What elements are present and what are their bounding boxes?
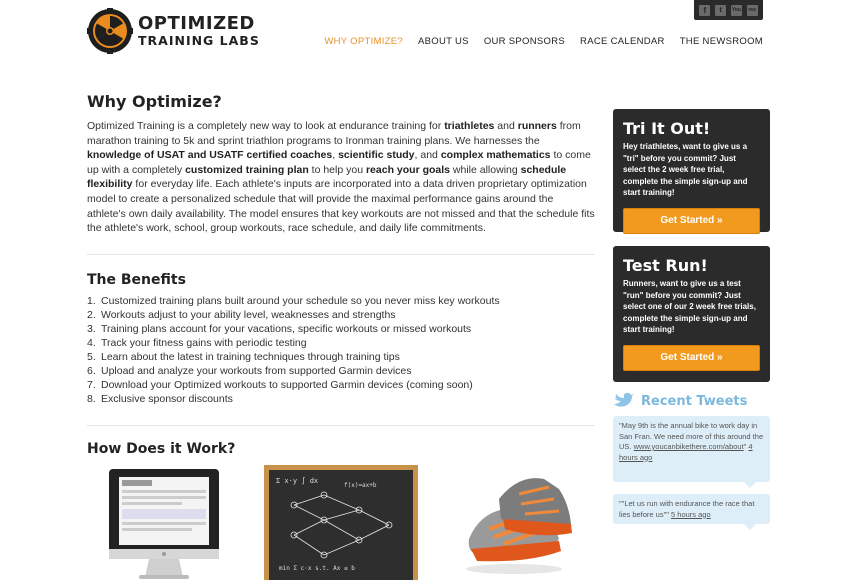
benefit-text: Customized training plans built around y… [101,294,500,307]
benefit-item: 7. Download your Optimized workouts to su… [87,378,595,392]
main-content: Why Optimize? Optimized Training is a co… [87,92,595,580]
tweet-tail [744,482,756,488]
benefit-number: 2. [87,308,96,321]
benefit-text: Learn about the latest in training techn… [101,350,400,363]
chalkboard-image: Σ x·y ∫ dx f(x)=ax+b min Σ c·x s.t. Ax ≤… [264,464,418,580]
test-run-panel: Test Run! Runners, want to give us a tes… [613,246,770,382]
tri-it-out-panel: Tri It Out! Hey triathletes, want to giv… [613,109,770,234]
svg-text:min Σ c·x s.t. Ax ≤ b: min Σ c·x s.t. Ax ≤ b [279,565,355,572]
site-logo[interactable]: OPTIMIZED TRAINING LABS [87,8,260,54]
benefit-number: 3. [87,322,96,335]
nav-about-us[interactable]: ABOUT US [418,36,469,47]
recent-tweets-title: Recent Tweets [641,393,748,409]
nav-why-optimize[interactable]: WHY OPTIMIZE? [324,36,403,47]
tri-it-out-text: Hey triathletes, want to give us a "tri"… [623,142,748,197]
benefit-text: Training plans account for your vacation… [101,322,472,335]
how-it-works-heading: How Does it Work? [87,440,236,457]
benefit-number: 5. [87,350,96,363]
get-started-button[interactable]: Get Started » [623,344,760,371]
tweet-item: ""Let us run with endurance the race tha… [613,494,770,530]
tweet-link[interactable]: www.youcanbikethere.com/about [634,442,744,451]
test-run-text: Runners, want to give us a test "run" be… [623,279,756,334]
tri-it-out-title: Tri It Out! [623,119,711,138]
logo-subtitle: TRAINING LABS [138,32,260,48]
benefit-item: 6. Upload and analyze your workouts from … [87,364,595,378]
facebook-icon[interactable]: f [699,4,711,16]
benefit-text: Download your Optimized workouts to supp… [101,378,473,391]
nav-the-newsroom[interactable]: THE NEWSROOM [680,36,763,47]
tweet-tail [744,524,756,530]
benefits-heading: The Benefits [87,271,186,288]
twitter-bird-icon [614,392,634,407]
svg-text:Σ x·y ∫ dx: Σ x·y ∫ dx [276,476,318,485]
benefit-number: 7. [87,378,96,391]
benefit-text: Exclusive sponsor discounts [101,392,233,405]
benefits-list: 1. Customized training plans built around… [87,294,595,406]
benefit-number: 1. [87,294,96,307]
rss-icon[interactable]: rss [746,4,758,16]
benefit-item: 5. Learn about the latest in training tec… [87,350,595,364]
benefit-item: 8. Exclusive sponsor discounts [87,392,595,406]
benefit-number: 8. [87,392,96,405]
get-started-button[interactable]: Get Started » [623,207,760,234]
nav-race-calendar[interactable]: RACE CALENDAR [580,36,665,47]
nav-our-sponsors[interactable]: OUR SPONSORS [484,36,565,47]
divider [87,424,595,426]
benefit-item: 3. Training plans account for your vacati… [87,322,595,336]
svg-text:f(x)=ax+b: f(x)=ax+b [344,482,377,489]
social-links: f t You rss [694,0,763,20]
divider [87,253,595,255]
benefit-item: 4. Track your fitness gains with periodic… [87,336,595,350]
benefit-text: Track your fitness gains with periodic t… [101,336,307,349]
benefit-number: 6. [87,364,96,377]
tweet-item: "May 9th is the annual bike to work day … [613,416,770,488]
benefit-text: Upload and analyze your workouts from su… [101,364,412,377]
intro-paragraph: Optimized Training is a completely new w… [87,120,595,235]
benefit-number: 4. [87,336,96,349]
twitter-icon[interactable]: t [715,4,727,16]
youtube-icon[interactable]: You [730,4,742,16]
main-nav: WHY OPTIMIZE? ABOUT US OUR SPONSORS RACE… [324,36,763,47]
computer-image [109,468,219,579]
how-it-works-images: Σ x·y ∫ dx f(x)=ax+b min Σ c·x s.t. Ax ≤… [87,464,595,580]
test-run-title: Test Run! [623,256,708,275]
running-shoes-image [466,477,572,574]
benefit-item: 2. Workouts adjust to your ability level,… [87,308,595,322]
logo-title: OPTIMIZED [138,12,255,34]
benefit-text: Workouts adjust to your ability level, w… [101,308,396,321]
gear-radiation-icon [87,8,133,54]
recent-tweets-header: Recent Tweets [613,392,770,410]
page-title: Why Optimize? [87,92,222,111]
tweet-time[interactable]: 5 hours ago [671,510,711,519]
benefit-item: 1. Customized training plans built around… [87,294,595,308]
